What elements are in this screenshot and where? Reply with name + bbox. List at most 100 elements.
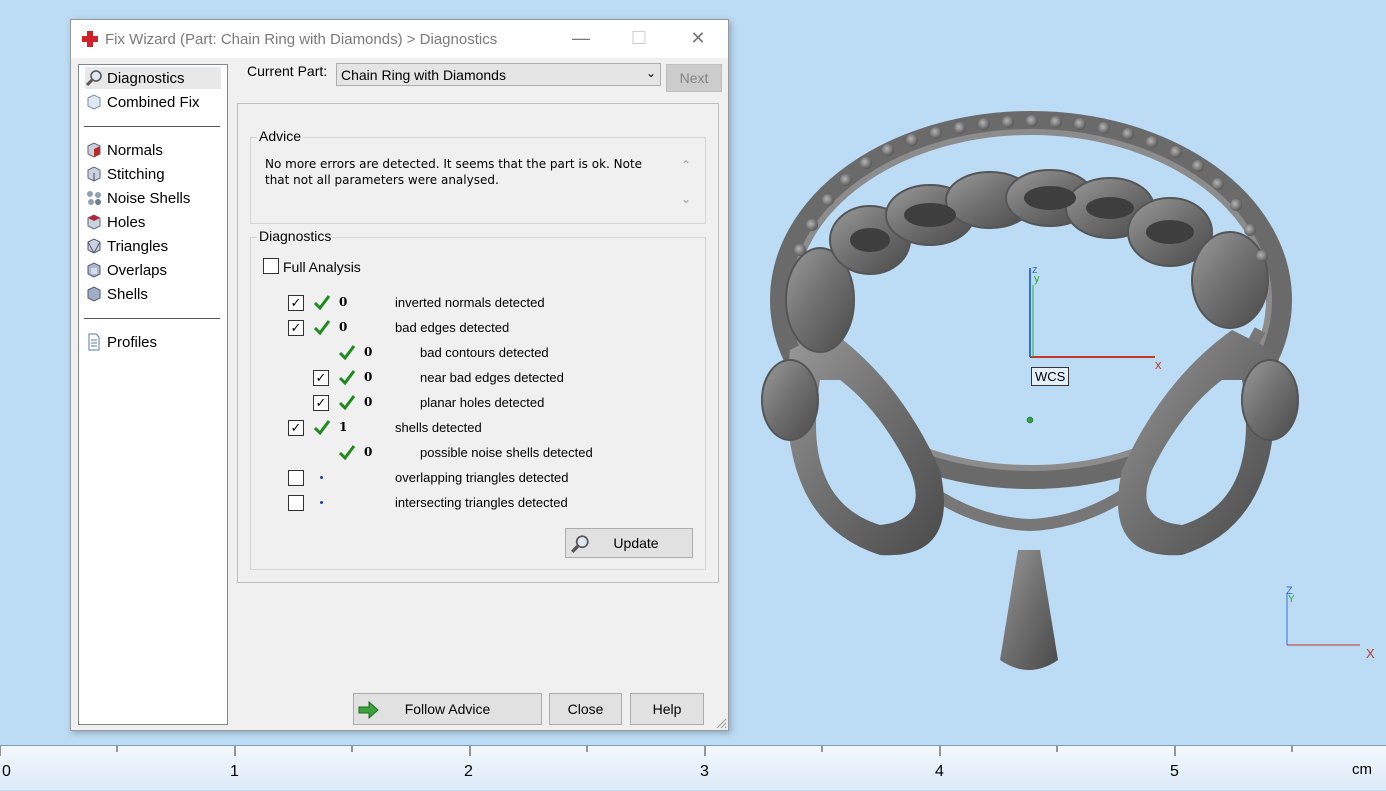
chevron-down-icon: ⌄: [645, 66, 656, 80]
nav-label: Overlaps: [107, 261, 168, 279]
count-value: 0: [364, 345, 373, 359]
window-title: Fix Wizard (Part: Chain Ring with Diamon…: [105, 31, 498, 48]
current-part-value: Chain Ring with Diamonds: [341, 67, 506, 83]
follow-advice-button[interactable]: Follow Advice: [353, 693, 542, 725]
magnifier-icon: [571, 535, 589, 553]
row-label: bad edges detected: [395, 320, 510, 335]
nav-item-profiles[interactable]: Profiles: [85, 331, 163, 353]
nav-item-noise-shells[interactable]: Noise Shells: [85, 187, 196, 209]
follow-advice-label: Follow Advice: [404, 701, 491, 717]
pending-dot-icon: [320, 501, 323, 504]
row-label: possible noise shells detected: [420, 445, 593, 460]
nav-item-holes[interactable]: Holes: [85, 211, 151, 233]
current-part-dropdown[interactable]: Chain Ring with Diamonds ⌄: [336, 63, 661, 86]
corner-axis-x-label: X: [1366, 646, 1375, 661]
nav-item-shells[interactable]: Shells: [85, 283, 154, 305]
count-value: 0: [339, 320, 348, 334]
resize-grip-icon[interactable]: [715, 717, 727, 729]
nav-label: Triangles: [107, 237, 169, 255]
close-window-button[interactable]: ✕: [675, 20, 721, 56]
row-label: planar holes detected: [420, 395, 545, 410]
nav-item-diagnostics[interactable]: Diagnostics: [85, 67, 221, 89]
row-label: bad contours detected: [420, 345, 549, 360]
nav-label: Diagnostics: [107, 69, 185, 87]
ruler-label-2: 2: [464, 763, 473, 780]
ruler-label-0: 0: [2, 763, 11, 780]
ruler-label-5: 5: [1170, 763, 1179, 780]
overlaps-cube-icon: [87, 262, 101, 278]
nav-item-normals[interactable]: Normals: [85, 139, 169, 161]
ruler-unit: cm: [1352, 761, 1372, 778]
full-analysis-checkbox[interactable]: [263, 258, 279, 274]
ruler-label-1: 1: [230, 763, 239, 780]
nav-label: Normals: [107, 141, 163, 159]
nav-separator: [84, 126, 220, 127]
ruler-label-4: 4: [935, 763, 944, 780]
check-icon: [313, 320, 331, 336]
check-icon: [338, 345, 356, 361]
row-label: inverted normals detected: [395, 295, 545, 310]
ruler-label-3: 3: [700, 763, 709, 780]
maximize-button[interactable]: ☐: [616, 20, 662, 56]
row-label: overlapping triangles detected: [395, 470, 569, 485]
check-icon: [338, 445, 356, 461]
count-value: 0: [364, 370, 373, 384]
shells-checkbox[interactable]: ✓: [288, 420, 304, 436]
holes-cube-icon: [87, 214, 101, 230]
scroll-down-icon[interactable]: ⌄: [681, 192, 691, 206]
row-label: intersecting triangles detected: [395, 495, 568, 510]
nav-item-overlaps[interactable]: Overlaps: [85, 259, 173, 281]
shells-cube-icon: [87, 286, 101, 302]
advice-group: Advice No more errors are detected. It s…: [250, 128, 706, 224]
nav-label: Holes: [107, 213, 146, 231]
diagnostics-title: Diagnostics: [257, 228, 334, 244]
diagnostics-frame: Advice No more errors are detected. It s…: [237, 103, 719, 583]
nav-label: Profiles: [107, 333, 158, 351]
row-label: near bad edges detected: [420, 370, 564, 385]
full-analysis-label: Full Analysis: [283, 259, 361, 275]
count-value: 0: [364, 445, 373, 459]
corner-axis-y-label: Y: [1288, 594, 1295, 605]
diagnostics-group: Diagnostics Full Analysis ✓ 0 inverted n…: [250, 228, 706, 570]
nav-item-stitching[interactable]: Stitching: [85, 163, 171, 185]
near-bad-edges-checkbox[interactable]: ✓: [313, 370, 329, 386]
wcs-label: WCS: [1031, 367, 1070, 386]
pending-dot-icon: [320, 476, 323, 479]
normals-cube-icon: [87, 142, 101, 158]
count-value: 1: [339, 420, 348, 434]
title-bar[interactable]: Fix Wizard (Part: Chain Ring with Diamon…: [71, 20, 728, 58]
bad-edges-checkbox[interactable]: ✓: [288, 320, 304, 336]
planar-holes-checkbox[interactable]: ✓: [313, 395, 329, 411]
count-value: 0: [364, 395, 373, 409]
triangles-cube-icon: [87, 238, 101, 254]
inverted-normals-checkbox[interactable]: ✓: [288, 295, 304, 311]
scroll-up-icon[interactable]: ⌃: [681, 158, 691, 172]
cube-icon: [87, 94, 101, 110]
minimize-button[interactable]: —: [558, 20, 604, 56]
nav-label: Shells: [107, 285, 148, 303]
wizard-nav-panel: Diagnostics Combined Fix Normals Stitchi…: [78, 64, 228, 725]
update-label: Update: [613, 535, 659, 551]
overlapping-triangles-checkbox[interactable]: [288, 470, 304, 486]
check-icon: [338, 395, 356, 411]
intersecting-triangles-checkbox[interactable]: [288, 495, 304, 511]
axis-x-label: x: [1155, 357, 1162, 372]
fix-wizard-dialog: Fix Wizard (Part: Chain Ring with Diamon…: [70, 19, 729, 731]
green-arrow-icon: [358, 700, 379, 720]
help-button[interactable]: Help: [630, 693, 704, 725]
check-icon: [313, 420, 331, 436]
nav-item-triangles[interactable]: Triangles: [85, 235, 174, 257]
update-button[interactable]: Update: [565, 528, 693, 558]
document-icon: [88, 333, 100, 351]
next-button[interactable]: Next: [666, 64, 722, 92]
magnifier-icon: [85, 70, 102, 87]
red-cross-icon: [82, 31, 98, 47]
advice-title: Advice: [257, 128, 304, 144]
stitching-cube-icon: [87, 166, 101, 182]
ruler: 0 1 2 3 4 5 cm: [0, 745, 1386, 790]
nav-label: Combined Fix: [107, 93, 200, 111]
nav-item-combined-fix[interactable]: Combined Fix: [85, 91, 206, 113]
nav-label: Noise Shells: [107, 189, 191, 207]
count-value: 0: [339, 295, 348, 309]
close-button[interactable]: Close: [549, 693, 622, 725]
